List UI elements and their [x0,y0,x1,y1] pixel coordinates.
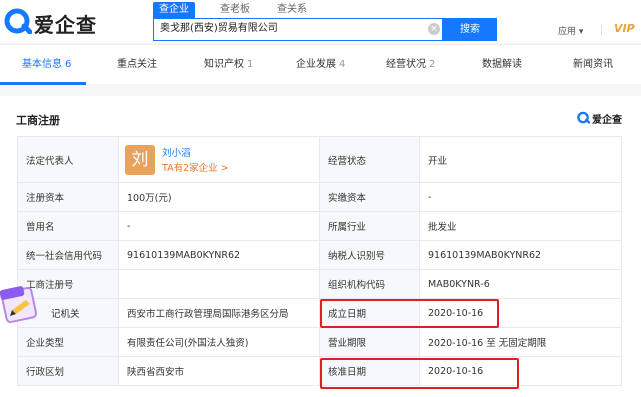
paid-capital-value: - [419,182,622,212]
floating-sticker-icon[interactable] [0,280,40,326]
brand-text: 爱企查 [592,115,622,126]
status-value: 开业 [419,136,622,183]
nav-label: 重点关注 [117,59,157,70]
table-row: 统一社会信用代码 91610139MAB0KYNR62 纳税人识别号 91610… [17,240,622,270]
term-label: 营业期限 [319,327,420,357]
nav-news[interactable]: 新闻资讯 [573,45,613,85]
term-value: 2020-10-16 至 无固定期限 [419,327,622,357]
nav-count: 4 [339,59,346,70]
clear-icon[interactable]: × [428,23,440,35]
nav-data-analysis[interactable]: 数据解读 [482,45,522,85]
approved-date-highlight-box [320,358,519,389]
search-button[interactable]: 搜索 [443,18,497,41]
section-nav: 基本信息 6 重点关注 知识产权 1 企业发展 4 经营状况 2 数据解读 新闻资讯 [0,44,641,85]
nav-count: 1 [247,59,254,70]
company-type-value: 有限责任公司(外国法人独资) [118,327,320,357]
search-box: 奥戈那(西安)贸易有限公司 × [153,18,443,41]
tab-company[interactable]: 查企业 [153,2,195,18]
industry-value: 批发业 [419,211,622,241]
legal-rep-companies-link[interactable]: TA有2家企业 > [162,160,229,174]
active-tab-underline [0,82,86,85]
former-name-label: 曾用名 [17,211,119,241]
industry-label: 所属行业 [319,211,420,241]
credit-code-label: 统一社会信用代码 [17,240,119,270]
logo-icon[interactable] [4,8,32,34]
brand-logo-icon [577,111,590,124]
avatar[interactable]: 刘 [125,145,155,175]
nav-label: 知识产权 [204,59,244,70]
section-title: 工商注册 [16,114,60,127]
legal-rep-label: 法定代表人 [17,136,119,183]
authority-value: 西安市工商行政管理局国际港务区分局 [118,298,320,328]
business-registration-card: 工商注册 爱企查 法定代表人 刘 刘小滔 TA有2家企业 > 经营状态 开业 注… [0,96,641,397]
logo-text[interactable]: 爱企查 [34,9,97,38]
apps-menu[interactable]: 应用 ▾ [558,24,583,37]
table-row: 注册资本 100万(元) 实缴资本 - [17,182,622,212]
table-row: 曾用名 - 所属行业 批发业 [17,211,622,241]
table-row: 法定代表人 刘 刘小滔 TA有2家企业 > 经营状态 开业 [17,136,622,183]
tab-boss[interactable]: 查老板 [220,2,250,18]
paid-capital-label: 实缴资本 [319,182,420,212]
search-input[interactable]: 奥戈那(西安)贸易有限公司 [160,19,278,39]
company-type-label: 企业类型 [17,327,119,357]
region-label: 行政区划 [17,356,119,386]
tab-relation[interactable]: 查关系 [277,2,307,18]
nav-ip[interactable]: 知识产权 1 [204,45,253,85]
vip-badge[interactable]: VIP [614,22,635,35]
legal-rep-name[interactable]: 刘小滔 [162,145,191,159]
registration-table: 法定代表人 刘 刘小滔 TA有2家企业 > 经营状态 开业 注册资本 100万(… [17,136,622,386]
nav-development[interactable]: 企业发展 4 [296,45,345,85]
org-code-value: MAB0KYNR-6 [419,269,622,299]
top-header: 爱企查 查企业 查老板 查关系 奥戈那(西安)贸易有限公司 × 搜索 应用 ▾ … [0,0,641,43]
taxpayer-value: 91610139MAB0KYNR62 [419,240,622,270]
nav-count: 2 [429,59,436,70]
reg-capital-label: 注册资本 [17,182,119,212]
reg-no-value [118,269,320,299]
nav-basic-info[interactable]: 基本信息 6 [22,45,71,85]
nav-label: 企业发展 [296,59,336,70]
former-name-value: - [118,211,320,241]
org-code-label: 组织机构代码 [319,269,420,299]
nav-label: 数据解读 [482,59,522,70]
founded-date-highlight-box [320,299,499,328]
status-label: 经营状态 [319,136,420,183]
region-value: 陕西省西安市 [118,356,320,386]
nav-label: 新闻资讯 [573,59,613,70]
nav-key-focus[interactable]: 重点关注 [117,45,157,85]
nav-label: 基本信息 [22,59,62,70]
table-row: 企业类型 有限责任公司(外国法人独资) 营业期限 2020-10-16 至 无固… [17,327,622,357]
reg-capital-value: 100万(元) [118,182,320,212]
legal-rep-cell: 刘 刘小滔 TA有2家企业 > [118,136,320,183]
table-row: 工商注册号 组织机构代码 MAB0KYNR-6 [17,269,622,299]
taxpayer-label: 纳税人识别号 [319,240,420,270]
header-divider [601,25,602,35]
nav-count: 6 [65,59,72,70]
credit-code-value: 91610139MAB0KYNR62 [118,240,320,270]
nav-label: 经营状况 [386,59,426,70]
nav-operations[interactable]: 经营状况 2 [386,45,435,85]
